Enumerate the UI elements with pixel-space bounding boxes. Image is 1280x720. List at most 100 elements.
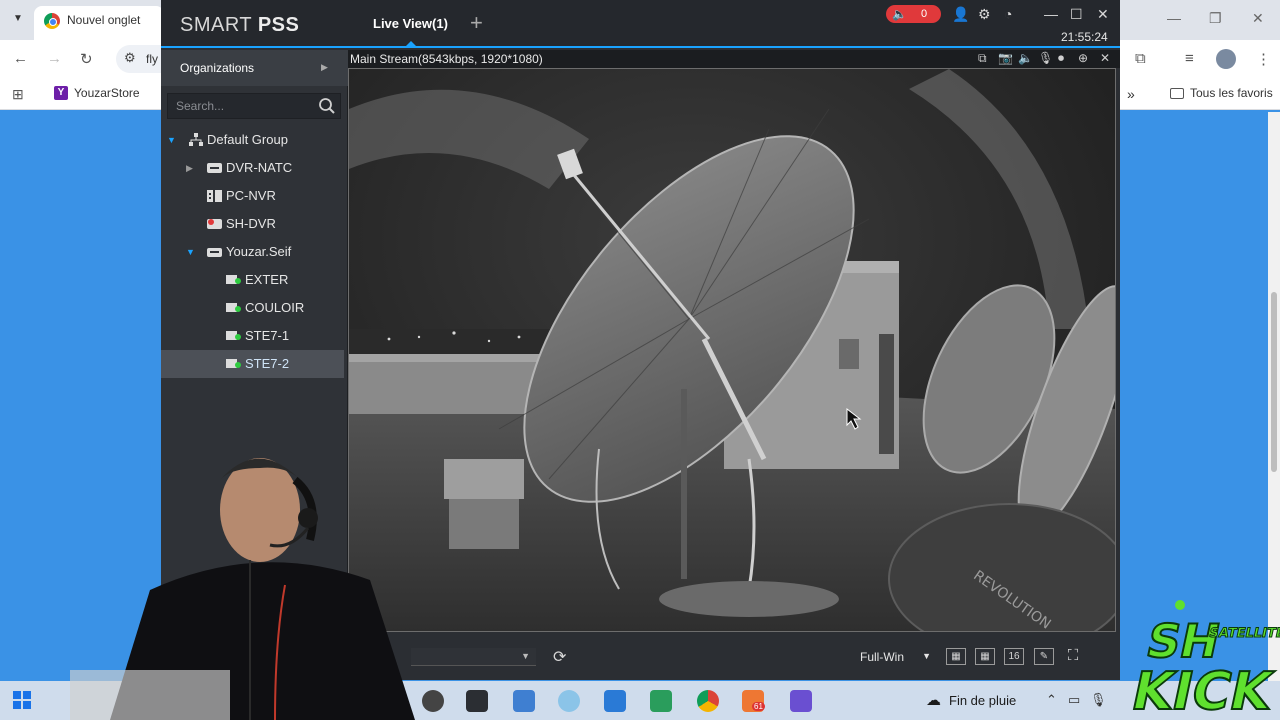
refresh-icon[interactable]: ⟳ [553,647,566,667]
taskbar-badge: 61 [752,702,765,711]
reading-list-icon[interactable]: ≡ [1185,50,1194,67]
tree-item-ste7-2[interactable]: STE7-2 [161,350,344,378]
talk-icon[interactable]: 🎙 [1038,51,1053,65]
network-icon[interactable]: ▭ [1068,692,1080,708]
weather-widget[interactable]: ☁ Fin de pluie [926,691,1016,709]
bookmark-label: YouzarStore [74,86,140,100]
forward-icon[interactable]: → [47,50,62,67]
tree-label: STE7-2 [245,356,290,371]
tree-item-default-group[interactable]: ▼ Default Group [161,126,344,154]
nvr-device-icon [207,190,222,202]
file-explorer-icon[interactable] [513,690,535,712]
performance-gauge-icon[interactable]: ◔ [1004,6,1012,22]
alarm-speaker-icon: 🔈 [892,7,907,21]
folder-icon [1170,87,1184,99]
tab-search-button[interactable]: ▼ [6,8,30,30]
device-search-input[interactable] [168,94,308,118]
user-icon[interactable]: 👤 [952,6,969,23]
close-icon[interactable]: ✕ [1252,10,1264,27]
layout-16-button[interactable]: 16 [1004,648,1024,665]
layout-9-icon[interactable]: ▦ [975,648,995,665]
window-mode-label: Full-Win [860,650,904,664]
tree-label: COULOIR [245,300,305,315]
live-video[interactable]: REVOLUTION [348,68,1116,632]
dvr-device-icon [207,248,222,257]
calculator-icon[interactable] [604,690,626,712]
telegram-icon[interactable]: 61 [742,690,765,712]
apps-grid-icon[interactable]: ⊞ [12,86,24,103]
camera-icon [226,331,241,340]
menu-icon[interactable]: ⋮ [1256,50,1271,68]
offline-dvr-icon [207,219,222,229]
active-tab-indicator [406,41,416,46]
scrollbar-thumb[interactable] [1271,292,1277,472]
profile-avatar[interactable] [1216,49,1236,69]
app-close-icon[interactable]: ✕ [1097,6,1109,23]
sh-satellite-kick-logo: SH SATELLITE KICK [1125,597,1280,720]
tree-item-ste7-1[interactable]: STE7-1 [161,322,344,350]
settings-gear-icon[interactable]: ⚙ [978,6,991,23]
collapsed-caret-icon[interactable]: ▶ [186,163,193,174]
camera-icon [226,303,241,312]
record-icon[interactable]: ⏺ [1058,51,1064,66]
window-mode-select[interactable]: Full-Win ▼ [858,648,933,666]
microphone-icon[interactable]: 🎙 [1090,692,1107,708]
tree-item-sh-dvr[interactable]: SH-DVR [161,210,344,238]
search-icon[interactable] [318,97,336,115]
smartpss-taskbar-icon[interactable] [466,690,488,712]
stream-type-select[interactable]: ▼ [411,648,536,666]
restore-icon[interactable]: ❐ [1209,10,1222,27]
tree-item-exter[interactable]: EXTER [161,266,344,294]
tree-item-pc-nvr[interactable]: PC-NVR [161,182,344,210]
app-record-icon[interactable] [422,690,444,712]
dropdown-arrow-icon: ▼ [922,651,931,661]
app-maximize-icon[interactable]: ☐ [1070,6,1083,23]
alarm-count: 0 [921,8,928,20]
tree-label: SH-DVR [226,216,276,231]
reload-icon[interactable]: ↻ [80,50,93,68]
channel-watermark: SH SATELLITE KICK [1125,600,1280,720]
browser-tab[interactable]: Nouvel onglet [34,6,164,40]
all-bookmarks[interactable]: Tous les favoris [1170,86,1273,100]
fullscreen-icon[interactable]: ⛶ [1063,648,1083,665]
app-header: SMART PSS Live View(1) + 🔈 0 👤 ⚙ ◔ — ☐ ✕… [161,0,1120,48]
audio-icon[interactable]: 🔈 [1018,51,1033,65]
chevron-up-icon[interactable]: ⌃ [1046,692,1057,708]
tree-item-youzar-seif[interactable]: ▼ Youzar.Seif [161,238,344,266]
logo-suffix: PSS [257,14,300,36]
all-bookmarks-label: Tous les favoris [1190,86,1273,100]
alarm-badge[interactable]: 🔈 0 [886,5,941,23]
app-icon[interactable] [790,690,812,712]
organizations-header[interactable]: Organizations ▶ [161,50,348,86]
tree-item-couloir[interactable]: COULOIR [161,294,344,322]
address-text: fly [146,52,158,66]
tree-item-dvr-natc[interactable]: ▶ DVR-NATC [161,154,344,182]
more-bookmarks-icon[interactable]: » [1127,86,1135,102]
tab-live-view[interactable]: Live View(1) [373,16,448,31]
logo-prefix: SMART [180,14,252,36]
close-video-icon[interactable]: ✕ [1100,51,1110,65]
app-icon[interactable] [558,690,580,712]
chrome-icon [44,13,60,29]
add-tab-icon[interactable]: + [470,10,483,36]
excel-icon[interactable] [650,690,672,712]
extensions-icon[interactable]: ⧉ [1135,50,1146,67]
expanded-caret-icon[interactable]: ▼ [186,247,195,257]
custom-layout-icon[interactable]: ✎ [1034,648,1054,665]
app-logo: SMART PSS [180,14,299,37]
snapshot-icon[interactable]: 📷 [998,51,1013,65]
youzar-favicon-icon: Y [54,86,68,100]
minimize-icon[interactable]: — [1167,10,1181,26]
layout-4-icon[interactable]: ▦ [946,648,966,665]
tree-label: STE7-1 [245,328,290,343]
chrome-taskbar-icon[interactable] [697,690,719,712]
app-minimize-icon[interactable]: — [1044,6,1058,22]
dvr-device-icon [207,163,222,173]
zoom-icon[interactable]: ⊕ [1078,51,1088,65]
windows-start-icon[interactable] [13,691,31,709]
site-settings-icon[interactable]: ⚙ [124,50,136,66]
bookmark-youzarstore[interactable]: Y YouzarStore [54,86,140,100]
expanded-caret-icon[interactable]: ▼ [167,135,176,145]
back-icon[interactable]: ← [13,50,28,67]
stream-switch-icon[interactable]: ⧉ [978,51,987,66]
